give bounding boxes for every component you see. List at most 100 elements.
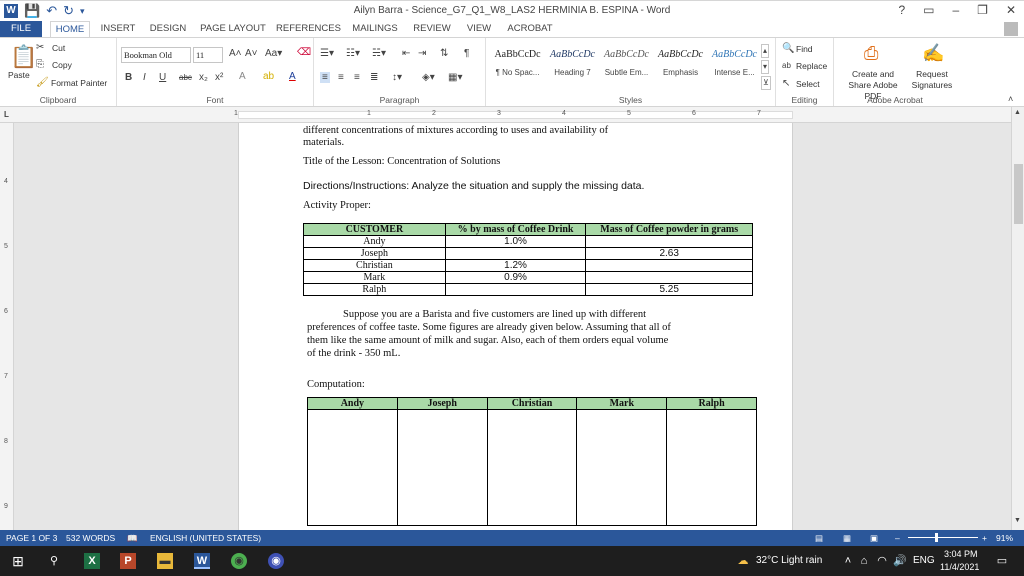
style-emphasis[interactable]: AaBbCcDc Emphasis (653, 48, 708, 80)
weather-icon[interactable]: ☁ (735, 553, 751, 569)
account-avatar[interactable] (1004, 22, 1018, 36)
input-language[interactable]: ENG (913, 555, 935, 566)
mass-cell[interactable] (585, 271, 753, 284)
tab-view[interactable]: VIEW (462, 21, 496, 37)
collapse-ribbon-icon[interactable]: ˄ (1008, 94, 1013, 104)
clock-date[interactable]: 11/4/2021 (940, 562, 979, 572)
tab-design[interactable]: DESIGN (146, 21, 190, 37)
bullets-icon[interactable]: ☰▾ (320, 48, 334, 59)
windows-start-icon[interactable]: ⊞ (10, 553, 26, 569)
print-layout-icon[interactable]: ▦ (843, 533, 851, 544)
wifi-icon[interactable]: ◠ (874, 553, 890, 569)
borders-icon[interactable]: ▦▾ (448, 72, 462, 83)
help-button[interactable]: ? (898, 3, 905, 17)
customer-cell[interactable]: Ralph (303, 283, 446, 296)
language-status[interactable]: ENGLISH (UNITED STATES) (150, 533, 261, 543)
scroll-up-icon[interactable]: ▲ (1014, 109, 1021, 116)
mass-cell[interactable]: 2.63 (585, 247, 753, 260)
style-heading-7[interactable]: AaBbCcDc Heading 7 (545, 48, 600, 80)
computation-cell[interactable] (396, 409, 488, 526)
align-right-icon[interactable]: ≡ (354, 72, 360, 83)
numbering-icon[interactable]: ☷▾ (346, 48, 360, 59)
format-painter-icon[interactable]: 🖌 (36, 77, 49, 88)
style-intense-emphasis[interactable]: AaBbCcDc Intense E... (707, 48, 762, 80)
customer-table[interactable]: CUSTOMER % by mass of Coffee Drink Mass … (303, 223, 753, 296)
tab-home[interactable]: HOME (50, 21, 90, 37)
subscript-icon[interactable]: x₂ (199, 72, 208, 83)
find-button[interactable]: Find (796, 44, 813, 54)
multilevel-list-icon[interactable]: ☵▾ (372, 48, 386, 59)
grow-font-icon[interactable]: A˄ (229, 48, 242, 59)
mass-cell[interactable]: 5.25 (585, 283, 753, 296)
paste-label[interactable]: Paste (8, 70, 30, 80)
font-size-combo[interactable]: 11 (193, 47, 223, 63)
vertical-scrollbar[interactable]: ▲ ▼ (1011, 107, 1024, 530)
superscript-icon[interactable]: x² (215, 72, 223, 83)
mass-cell[interactable] (585, 235, 753, 248)
highlight-icon[interactable]: ab (263, 71, 274, 82)
computation-cell[interactable] (666, 409, 757, 526)
document-area[interactable]: different concentrations of mixtures acc… (14, 123, 1011, 530)
computation-cell[interactable] (307, 409, 398, 526)
powerpoint-icon[interactable]: P (120, 553, 136, 569)
copy-button[interactable]: Copy (52, 60, 72, 70)
styles-scroll-up-icon[interactable]: ▴ (761, 44, 770, 58)
request-signatures-icon[interactable]: ✍ (922, 43, 944, 64)
minimize-button[interactable]: – (952, 3, 959, 17)
copy-icon[interactable]: ⎘ (36, 59, 44, 70)
notifications-icon[interactable]: ▭ (994, 553, 1010, 569)
request-signatures-button[interactable]: Request Signatures (910, 69, 954, 91)
cut-button[interactable]: Cut (52, 43, 65, 53)
ribbon-display-icon[interactable]: ▭ (923, 3, 934, 17)
shrink-font-icon[interactable]: A˅ (245, 48, 258, 59)
align-left-icon[interactable]: ≡ (320, 72, 330, 83)
customer-cell[interactable]: Christian (303, 259, 446, 272)
align-center-icon[interactable]: ≡ (338, 72, 344, 83)
excel-icon[interactable]: X (84, 553, 100, 569)
volume-icon[interactable]: 🔊 (892, 553, 908, 569)
find-icon[interactable]: 🔍 (782, 43, 794, 54)
zoom-in-icon[interactable]: + (982, 533, 987, 543)
italic-icon[interactable]: I (143, 72, 146, 83)
proofing-icon[interactable]: 📖 (127, 533, 138, 544)
tab-page-layout[interactable]: PAGE LAYOUT (198, 21, 268, 37)
restore-button[interactable]: ❐ (977, 3, 988, 17)
decrease-indent-icon[interactable]: ⇤ (402, 48, 410, 59)
tab-selector-icon[interactable]: L (4, 110, 9, 119)
weather-text[interactable]: 32°C Light rain (756, 555, 822, 566)
customer-cell[interactable]: Joseph (303, 247, 446, 260)
text-effects-icon[interactable]: A (239, 71, 246, 82)
create-pdf-icon[interactable]: ⎙ (864, 43, 878, 64)
tab-mailings[interactable]: MAILINGS (348, 21, 402, 37)
underline-icon[interactable]: U (159, 72, 166, 83)
web-layout-icon[interactable]: ▣ (870, 533, 878, 544)
tab-review[interactable]: REVIEW (410, 21, 454, 37)
word-count[interactable]: 532 WORDS (66, 533, 115, 543)
shading-icon[interactable]: ◈▾ (422, 72, 435, 83)
word-taskbar-icon[interactable]: W (194, 553, 210, 569)
tab-insert[interactable]: INSERT (98, 21, 138, 37)
bold-icon[interactable]: B (125, 72, 132, 83)
select-button[interactable]: Select (796, 79, 820, 89)
font-color-icon[interactable]: A (289, 71, 296, 82)
percent-cell[interactable] (444, 247, 587, 260)
percent-cell[interactable] (444, 283, 587, 296)
computation-table[interactable]: Andy Joseph Christian Mark Ralph (307, 397, 757, 526)
style-no-spacing[interactable]: AaBbCcDc ¶ No Spac... (490, 48, 545, 80)
mass-cell[interactable] (585, 259, 753, 272)
show-hide-icon[interactable]: ¶ (464, 48, 469, 59)
percent-cell[interactable]: 0.9% (444, 271, 587, 284)
clock-time[interactable]: 3:04 PM (944, 549, 978, 559)
computation-cell[interactable] (576, 409, 668, 526)
tab-references[interactable]: REFERENCES (276, 21, 341, 37)
clear-formatting-icon[interactable]: ⌫ (297, 47, 311, 58)
tab-file[interactable]: FILE (0, 21, 42, 37)
replace-button[interactable]: Replace (796, 61, 827, 71)
select-icon[interactable]: ↖ (782, 78, 790, 89)
styles-scroll-down-icon[interactable]: ▾ (761, 60, 770, 74)
format-painter-button[interactable]: Format Painter (51, 78, 107, 88)
style-subtle-emphasis[interactable]: AaBbCcDc Subtle Em... (599, 48, 654, 80)
customer-cell[interactable]: Mark (303, 271, 446, 284)
tray-chevron-icon[interactable]: ˄ (840, 553, 856, 569)
read-mode-icon[interactable]: ▤ (815, 533, 823, 544)
